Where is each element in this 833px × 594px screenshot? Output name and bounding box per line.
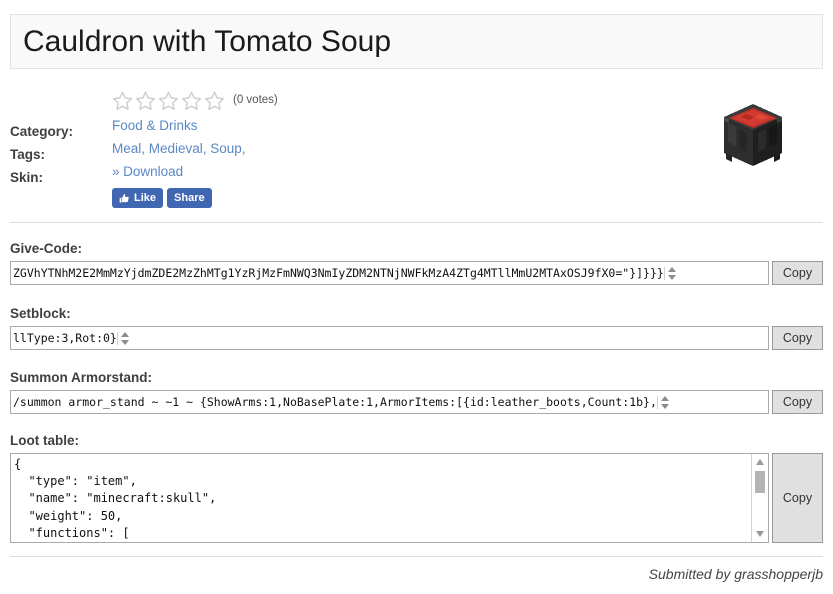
summon-armorstand-value: /summon armor_stand ~ ~1 ~ {ShowArms:1,N… [11,391,657,413]
label-category: Category: [10,120,110,143]
summon-armorstand-spinner[interactable] [657,396,673,409]
category-link[interactable]: Food & Drinks [112,118,198,133]
summon-armorstand-copy-button[interactable]: Copy [772,390,823,414]
summon-armorstand-input[interactable]: /summon armor_stand ~ ~1 ~ {ShowArms:1,N… [10,390,769,414]
scrollbar-thumb[interactable] [755,471,765,493]
scroll-up-icon[interactable] [756,459,764,465]
page-title: Cauldron with Tomato Soup [11,25,391,58]
setblock-spinner[interactable] [117,332,133,345]
vote-count: (0 votes) [233,94,278,106]
item-detail-page: Cauldron with Tomato Soup Category: Tags… [0,0,833,594]
item-thumbnail [706,90,800,184]
chevron-down-icon [661,404,669,409]
facebook-share-button[interactable]: Share [167,188,212,208]
chevron-down-icon [121,340,129,345]
meta-values: (0 votes) Food & Drinks Meal, Medieval, … [112,86,672,208]
summon-armorstand-field: Summon Armorstand: /summon armor_stand ~… [10,370,823,414]
star-icon[interactable] [112,90,133,111]
loot-table-row: { "type": "item", "name": "minecraft:sku… [10,453,823,543]
label-tags: Tags: [10,143,110,166]
summon-armorstand-row: /summon armor_stand ~ ~1 ~ {ShowArms:1,N… [10,390,823,414]
star-icon[interactable] [135,90,156,111]
loot-table-label: Loot table: [10,433,823,449]
loot-table-textarea[interactable]: { "type": "item", "name": "minecraft:sku… [10,453,769,543]
chevron-down-icon [668,275,676,280]
tags-link[interactable]: Meal, Medieval, Soup, [112,141,246,156]
facebook-like-label: Like [134,192,156,204]
loot-table-field: Loot table: { "type": "item", "name": "m… [10,433,823,543]
category-value: Food & Drinks [112,114,672,137]
tags-value: Meal, Medieval, Soup, [112,137,672,160]
submitted-by: Submitted by grasshopperjb [10,566,823,582]
loot-table-scrollbar[interactable] [751,454,768,542]
social-buttons: Like Share [112,188,672,208]
page-title-panel: Cauldron with Tomato Soup [10,14,823,69]
chevron-up-icon [121,332,129,337]
star-icon[interactable] [204,90,225,111]
chevron-up-icon [661,396,669,401]
setblock-label: Setblock: [10,306,823,322]
give-code-value: ZGVhYTNhM2E2MmMzYjdmZDE2MzZhMTg1YzRjMzFm… [11,262,664,284]
give-code-input[interactable]: ZGVhYTNhM2E2MmMzYjdmZDE2MzZhMTg1YzRjMzFm… [10,261,769,285]
give-code-spinner[interactable] [664,267,680,280]
label-skin: Skin: [10,166,110,189]
setblock-copy-button[interactable]: Copy [772,326,823,350]
give-code-field: Give-Code: ZGVhYTNhM2E2MmMzYjdmZDE2MzZhM… [10,241,823,285]
setblock-row: llType:3,Rot:0} Copy [10,326,823,350]
star-icon[interactable] [181,90,202,111]
divider-bottom [10,556,823,557]
chevron-up-icon [668,267,676,272]
scroll-down-icon[interactable] [756,531,764,537]
setblock-value: llType:3,Rot:0} [11,327,117,349]
star-icon[interactable] [158,90,179,111]
loot-table-copy-button[interactable]: Copy [772,453,823,543]
skin-value: » Download [112,160,672,183]
give-code-row: ZGVhYTNhM2E2MmMzYjdmZDE2MzZhMTg1YzRjMzFm… [10,261,823,285]
download-link[interactable]: Download [123,164,183,179]
chevron-right-icon: » [112,164,120,179]
thumbs-up-icon [119,193,130,204]
star-rating[interactable]: (0 votes) [112,86,672,114]
summon-armorstand-label: Summon Armorstand: [10,370,823,386]
facebook-share-label: Share [174,192,205,204]
facebook-like-button[interactable]: Like [112,188,163,208]
divider-top [10,222,823,223]
setblock-input[interactable]: llType:3,Rot:0} [10,326,769,350]
meta-labels: Category: Tags: Skin: [10,120,110,189]
loot-table-value: { "type": "item", "name": "minecraft:sku… [11,454,751,542]
setblock-field: Setblock: llType:3,Rot:0} Copy [10,306,823,350]
give-code-copy-button[interactable]: Copy [772,261,823,285]
give-code-label: Give-Code: [10,241,823,257]
